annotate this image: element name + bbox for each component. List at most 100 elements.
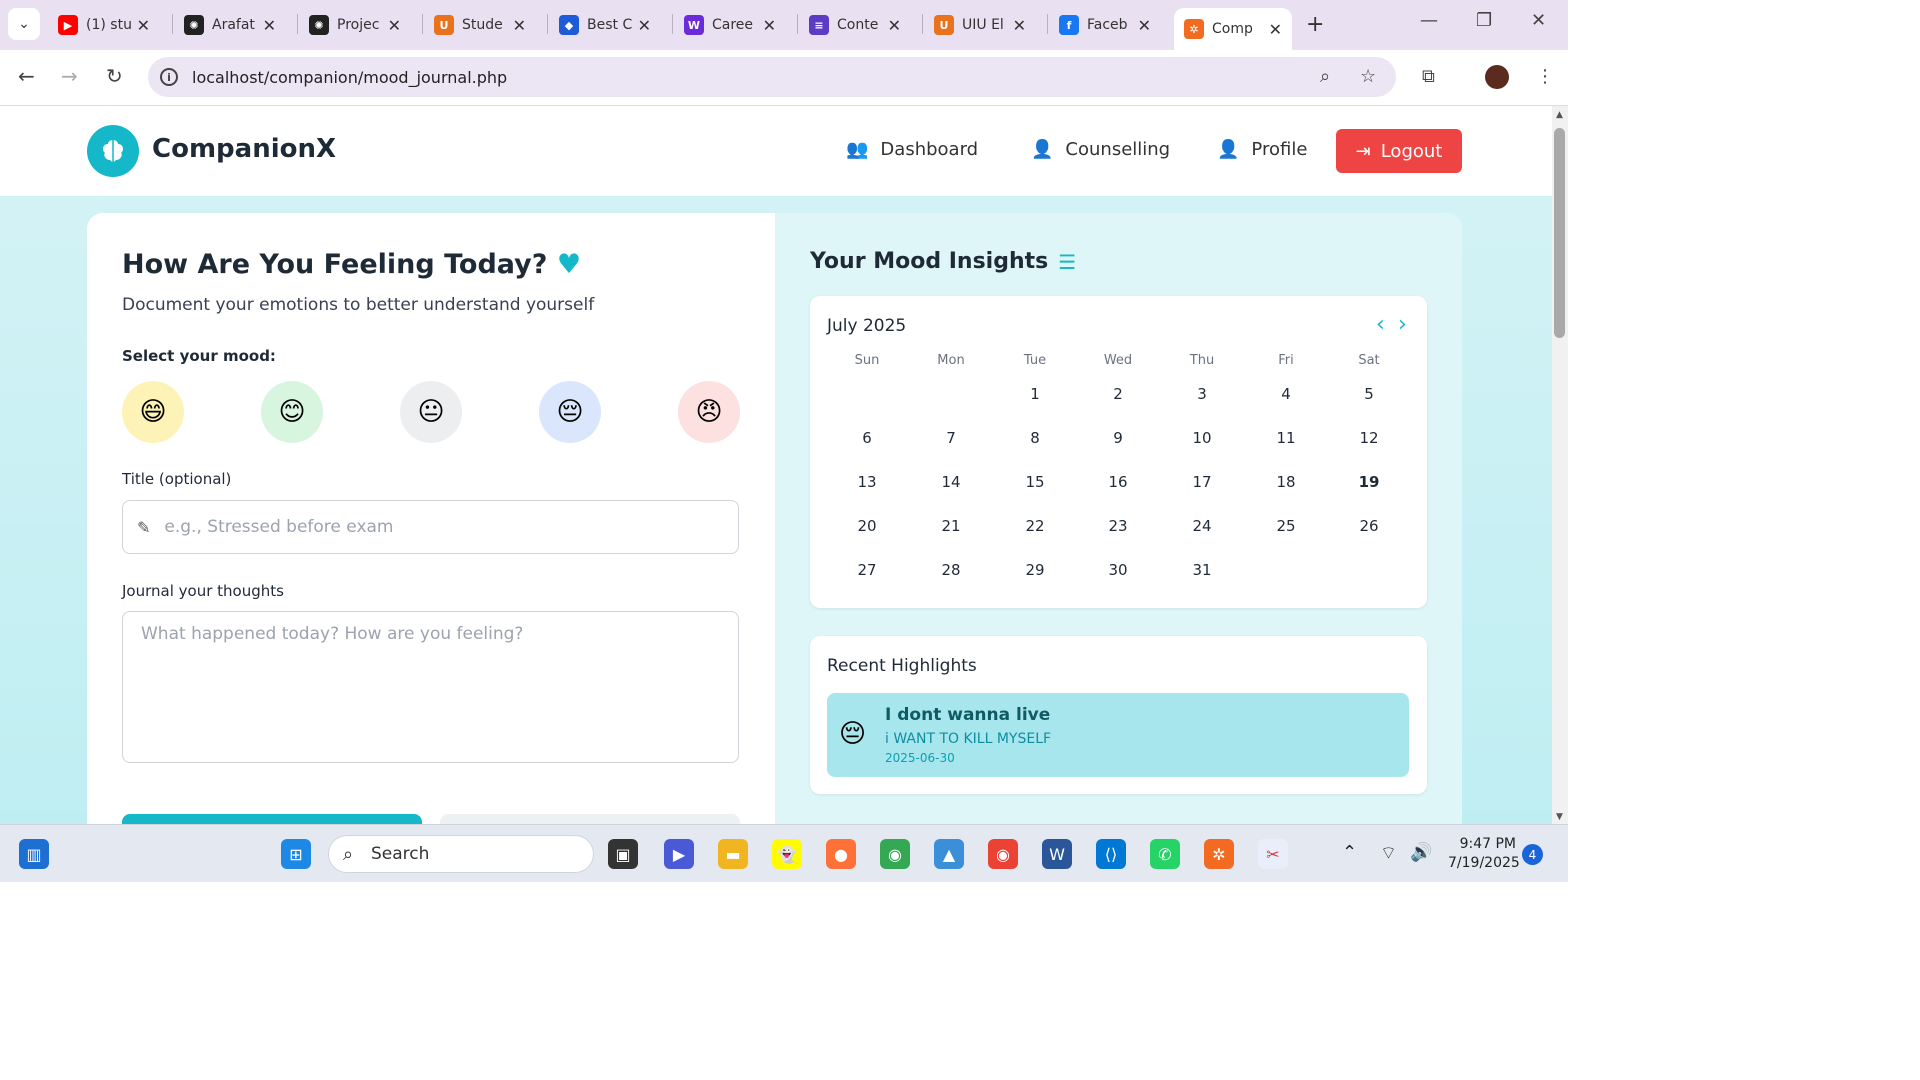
calendar-day[interactable]: 3 (1167, 385, 1237, 403)
bookmark-star-icon[interactable]: ☆ (1360, 66, 1376, 87)
address-bar[interactable]: i localhost/companion/mood_journal.php (148, 57, 1396, 97)
nav-counselling[interactable]: 👤 Counselling (1031, 139, 1170, 160)
snipping-tool-icon[interactable]: ✂ (1258, 839, 1288, 869)
back-icon[interactable]: ← (18, 64, 35, 88)
calendar-day[interactable]: 28 (916, 561, 986, 579)
close-tab-icon[interactable]: ✕ (263, 16, 276, 35)
close-tab-icon[interactable]: ✕ (1013, 16, 1026, 35)
browser-tab[interactable]: ≡ Conte ✕ (799, 8, 911, 42)
browser-tab[interactable]: ▶ (1) stu ✕ (48, 8, 160, 42)
browser-tab[interactable]: U UIU El ✕ (924, 8, 1036, 42)
teams-icon[interactable]: ▶ (664, 839, 694, 869)
browser-tab[interactable]: ◆ Best C ✕ (549, 8, 661, 42)
mood-option[interactable]: 😔 (539, 381, 601, 443)
calendar-day[interactable]: 1 (1000, 385, 1070, 403)
calendar-day[interactable]: 30 (1083, 561, 1153, 579)
browser-tab[interactable]: f Faceb ✕ (1049, 8, 1161, 42)
xampp-icon[interactable]: ✲ (1204, 839, 1234, 869)
secondary-button[interactable] (440, 814, 740, 824)
tab-search-dropdown[interactable]: ⌄ (8, 8, 40, 40)
calendar-day[interactable]: 6 (832, 429, 902, 447)
page-scrollbar[interactable]: ▲ ▼ (1552, 106, 1568, 824)
firefox-icon[interactable]: ● (826, 839, 856, 869)
calendar-day[interactable]: 19 (1334, 473, 1404, 491)
save-entry-button[interactable] (122, 814, 422, 824)
next-month-icon[interactable]: › (1398, 312, 1407, 337)
calendar-day[interactable]: 18 (1251, 473, 1321, 491)
site-info-icon[interactable]: i (160, 68, 178, 86)
tray-chevron-icon[interactable]: ⌃ (1342, 842, 1357, 863)
browser-tab[interactable]: ✺ Projec ✕ (299, 8, 411, 42)
nav-profile[interactable]: 👤 Profile (1217, 139, 1307, 160)
profile-avatar[interactable] (1485, 65, 1509, 89)
url-text[interactable]: localhost/companion/mood_journal.php (192, 68, 507, 87)
journal-textarea[interactable]: What happened today? How are you feeling… (122, 611, 739, 763)
mood-option[interactable]: 😐 (400, 381, 462, 443)
prev-month-icon[interactable]: ‹ (1376, 312, 1385, 337)
calendar-day[interactable]: 22 (1000, 517, 1070, 535)
close-tab-icon[interactable]: ✕ (1138, 16, 1151, 35)
calendar-day[interactable]: 24 (1167, 517, 1237, 535)
close-tab-icon[interactable]: ✕ (638, 16, 651, 35)
close-tab-icon[interactable]: ✕ (137, 16, 150, 35)
calendar-day[interactable]: 10 (1167, 429, 1237, 447)
mood-option[interactable]: 😊 (261, 381, 323, 443)
task-view-icon[interactable]: ▣ (608, 839, 638, 869)
calendar-day[interactable]: 27 (832, 561, 902, 579)
extensions-icon[interactable]: ⧉ (1422, 66, 1435, 87)
scroll-down-icon[interactable]: ▼ (1556, 812, 1563, 822)
calendar-day[interactable]: 13 (832, 473, 902, 491)
restore-icon[interactable]: ❐ (1476, 10, 1492, 31)
menu-kebab-icon[interactable]: ⋮ (1536, 66, 1554, 87)
nav-dashboard[interactable]: 👥 Dashboard (846, 139, 978, 160)
calendar-day[interactable]: 15 (1000, 473, 1070, 491)
file-explorer-icon[interactable]: ▬ (718, 839, 748, 869)
chrome-profile-icon[interactable]: ◉ (988, 839, 1018, 869)
mood-option[interactable]: 😄 (122, 381, 184, 443)
calendar-day[interactable]: 23 (1083, 517, 1153, 535)
forward-icon[interactable]: → (61, 64, 78, 88)
calendar-day[interactable]: 25 (1251, 517, 1321, 535)
calendar-day[interactable]: 17 (1167, 473, 1237, 491)
calendar-day[interactable]: 26 (1334, 517, 1404, 535)
minimize-icon[interactable]: — (1420, 10, 1438, 31)
new-tab-button[interactable]: + (1306, 12, 1324, 37)
whatsapp-icon[interactable]: ✆ (1150, 839, 1180, 869)
chrome-icon[interactable]: ◉ (880, 839, 910, 869)
close-tab-icon[interactable]: ✕ (1269, 20, 1282, 39)
calendar-day[interactable]: 31 (1167, 561, 1237, 579)
close-tab-icon[interactable]: ✕ (888, 16, 901, 35)
word-icon[interactable]: W (1042, 839, 1072, 869)
start-icon[interactable]: ⊞ (281, 839, 311, 869)
notification-badge[interactable]: 4 (1522, 844, 1543, 865)
calendar-day[interactable]: 29 (1000, 561, 1070, 579)
browser-tab[interactable]: ✺ Arafat ✕ (174, 8, 286, 42)
zoom-icon[interactable]: ⌕ (1320, 66, 1330, 87)
calendar-day[interactable]: 8 (1000, 429, 1070, 447)
calendar-day[interactable]: 2 (1083, 385, 1153, 403)
calendar-day[interactable]: 12 (1334, 429, 1404, 447)
calendar-day[interactable]: 14 (916, 473, 986, 491)
mood-option[interactable]: 😠 (678, 381, 740, 443)
volume-icon[interactable]: 🔊 (1410, 842, 1432, 863)
brand-name[interactable]: CompanionX (152, 134, 336, 164)
calendar-day[interactable]: 4 (1251, 385, 1321, 403)
calendar-day[interactable]: 16 (1083, 473, 1153, 491)
scrollbar-thumb[interactable] (1554, 128, 1565, 338)
scroll-up-icon[interactable]: ▲ (1556, 110, 1563, 120)
widgets-icon[interactable]: ▥ (19, 839, 49, 869)
system-clock[interactable]: 9:47 PM 7/19/2025 (1448, 835, 1520, 873)
reload-icon[interactable]: ↻ (106, 64, 123, 88)
vscode-icon[interactable]: ⟨⟩ (1096, 839, 1126, 869)
highlight-item[interactable]: 😔 I dont wanna live i WANT TO KILL MYSEL… (827, 693, 1409, 777)
close-tab-icon[interactable]: ✕ (388, 16, 401, 35)
taskbar-search[interactable]: ⌕ Search (328, 835, 594, 873)
calendar-day[interactable]: 20 (832, 517, 902, 535)
calendar-day[interactable]: 7 (916, 429, 986, 447)
close-window-icon[interactable]: ✕ (1531, 10, 1546, 31)
close-tab-icon[interactable]: ✕ (763, 16, 776, 35)
calendar-day[interactable]: 9 (1083, 429, 1153, 447)
close-tab-icon[interactable]: ✕ (513, 16, 526, 35)
calendar-day[interactable]: 21 (916, 517, 986, 535)
logout-button[interactable]: ⇥ Logout (1336, 129, 1462, 173)
